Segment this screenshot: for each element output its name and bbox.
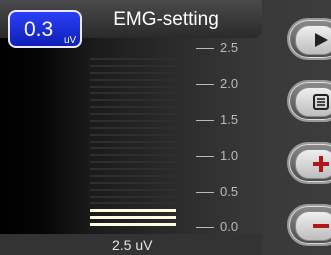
menu-icon	[313, 94, 329, 110]
level-value: 0.3	[24, 18, 54, 41]
increase-button-face	[295, 149, 331, 179]
minus-icon	[313, 224, 329, 228]
emg-settings-screen: EMG-setting 0.3 uV 2.5 2.0 1.5 1.0 0.5 0…	[0, 0, 331, 255]
level-unit: uV	[64, 35, 77, 46]
meter-segment	[90, 168, 176, 171]
tick-label: 2.5	[220, 40, 239, 55]
meter-segment	[90, 64, 176, 67]
meter-segment	[90, 71, 176, 74]
menu-button-face	[295, 87, 331, 117]
tick-mark	[196, 47, 214, 49]
meter-segment-lit	[90, 209, 176, 213]
menu-button[interactable]	[287, 80, 331, 122]
decrease-button[interactable]	[287, 204, 331, 246]
meter-segment	[90, 147, 176, 150]
meter-segment	[90, 174, 176, 177]
tick-mark	[196, 226, 214, 228]
meter-segment	[90, 133, 176, 136]
meter-segment	[90, 188, 176, 191]
scale-tick: 0.5	[196, 184, 238, 200]
meter-segment	[90, 58, 176, 60]
play-button-face	[295, 25, 331, 55]
meter-segment	[90, 99, 176, 102]
footer-bar: 2.5 uV	[0, 234, 262, 255]
meter-segment	[90, 126, 176, 129]
scale-tick: 1.0	[196, 148, 238, 164]
meter-segment	[90, 161, 176, 164]
level-badge[interactable]: 0.3 uV	[8, 10, 82, 48]
increase-button[interactable]	[287, 142, 331, 184]
scale-tick: 0.0	[196, 219, 238, 235]
tick-label: 0.5	[220, 184, 239, 199]
decrease-button-face	[295, 211, 331, 241]
tick-mark	[196, 119, 214, 121]
tick-label: 1.5	[220, 112, 239, 127]
scale-tick: 1.5	[196, 112, 238, 128]
tick-mark	[196, 191, 214, 193]
range-label: 2.5 uV	[112, 237, 153, 253]
play-button[interactable]	[287, 18, 331, 60]
level-meter	[90, 56, 176, 228]
plus-icon	[313, 156, 329, 172]
meter-segment	[90, 92, 176, 95]
meter-segment	[90, 119, 176, 122]
meter-segment	[90, 78, 176, 81]
tick-label: 1.0	[220, 148, 239, 163]
tick-label: 0.0	[220, 219, 239, 234]
meter-segment	[90, 154, 176, 157]
scale: 2.5 2.0 1.5 1.0 0.5 0.0	[196, 38, 266, 238]
meter-segment	[90, 106, 176, 109]
play-icon	[315, 33, 328, 47]
meter-segment	[90, 202, 176, 205]
scale-tick: 2.0	[196, 76, 238, 92]
tick-label: 2.0	[220, 76, 239, 91]
meter-segment-lit	[90, 216, 176, 220]
meter-segment	[90, 181, 176, 184]
page-title: EMG-setting	[113, 9, 219, 30]
tick-mark	[196, 83, 214, 85]
meter-segment	[90, 113, 176, 116]
scale-tick: 2.5	[196, 40, 238, 56]
meter-segment	[90, 140, 176, 143]
meter-segment	[90, 85, 176, 88]
tick-mark	[196, 155, 214, 157]
meter-segment-lit	[90, 223, 176, 227]
meter-segment	[90, 195, 176, 198]
